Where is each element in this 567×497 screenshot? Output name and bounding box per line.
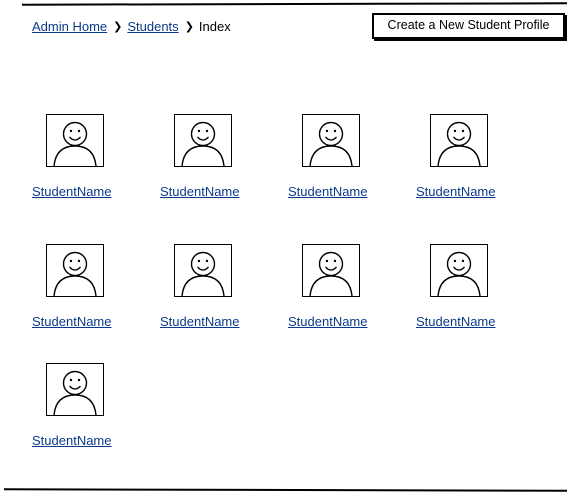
chevron-right-icon: ❯ (113, 20, 123, 33)
student-name-link[interactable]: StudentName (32, 184, 112, 199)
chevron-right-icon: ❯ (184, 20, 194, 33)
student-name-link[interactable]: StudentName (288, 314, 368, 329)
student-name-link[interactable]: StudentName (416, 314, 496, 329)
user-avatar-icon[interactable] (46, 114, 104, 167)
student-card[interactable]: StudentName (160, 244, 256, 339)
student-name-link[interactable]: StudentName (416, 184, 496, 199)
top-divider (21, 2, 567, 6)
bottom-divider (3, 488, 567, 492)
create-student-profile-button[interactable]: Create a New Student Profile (372, 13, 565, 39)
student-card[interactable]: StudentName (32, 363, 128, 458)
student-card[interactable]: StudentName (288, 114, 384, 209)
user-avatar-icon[interactable] (302, 114, 360, 167)
student-name-link[interactable]: StudentName (288, 184, 368, 199)
student-card[interactable]: StudentName (416, 244, 512, 339)
student-card[interactable]: StudentName (160, 114, 256, 209)
student-name-link[interactable]: StudentName (32, 314, 112, 329)
user-avatar-icon[interactable] (430, 114, 488, 167)
user-avatar-icon[interactable] (46, 363, 104, 416)
student-card[interactable]: StudentName (288, 244, 384, 339)
user-avatar-icon[interactable] (174, 244, 232, 297)
user-avatar-icon[interactable] (302, 244, 360, 297)
student-card[interactable]: StudentName (32, 114, 128, 209)
student-card[interactable]: StudentName (416, 114, 512, 209)
breadcrumb-current: Index (198, 18, 231, 34)
breadcrumb-admin-home[interactable]: Admin Home (32, 19, 107, 34)
breadcrumb: Admin Home ❯ Students ❯ Index (32, 16, 231, 36)
user-avatar-icon[interactable] (430, 244, 488, 297)
user-avatar-icon[interactable] (174, 114, 232, 167)
student-card[interactable]: StudentName (32, 244, 128, 339)
breadcrumb-students[interactable]: Students (127, 19, 178, 34)
student-name-link[interactable]: StudentName (32, 433, 112, 448)
student-name-link[interactable]: StudentName (160, 314, 240, 329)
user-avatar-icon[interactable] (46, 244, 104, 297)
student-name-link[interactable]: StudentName (160, 184, 240, 199)
